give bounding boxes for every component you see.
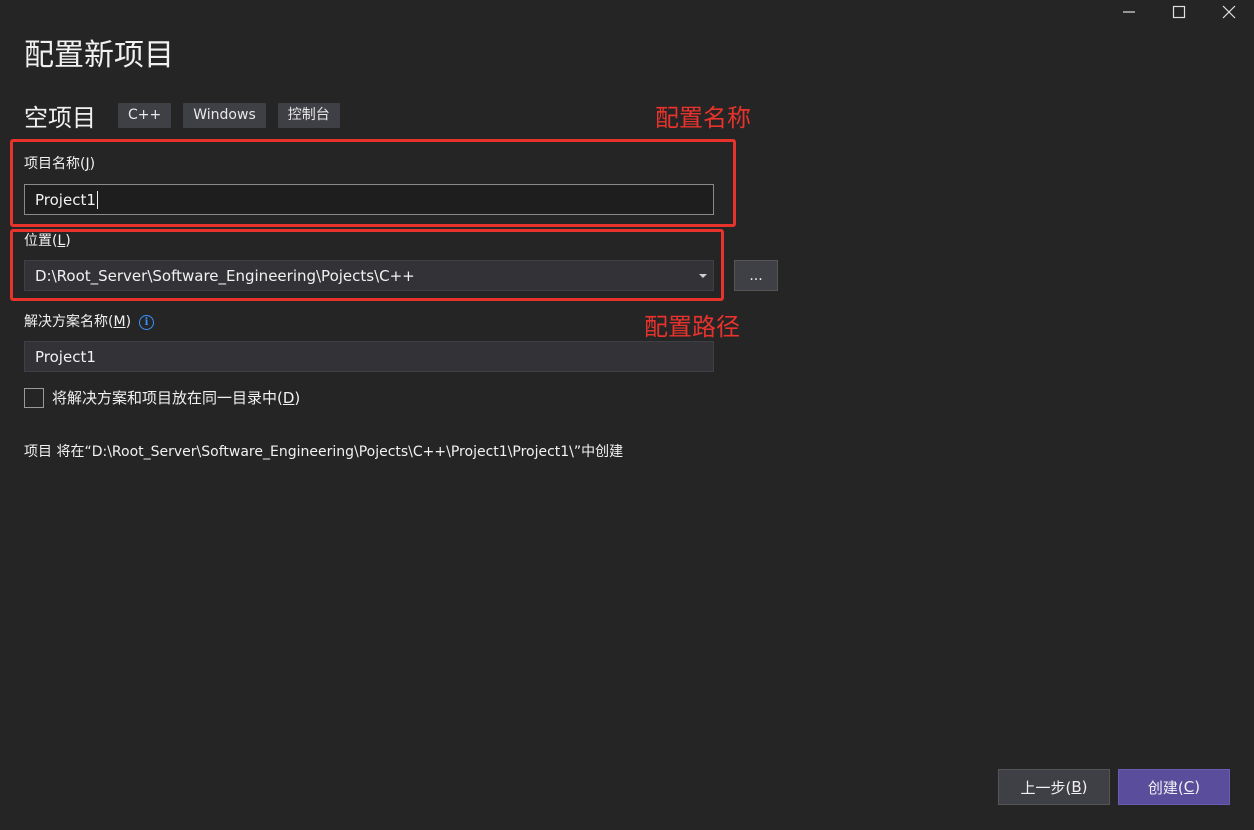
- creation-path-summary: 项目 将在“D:\Root_Server\Software_Engineerin…: [24, 444, 624, 460]
- close-icon: [1222, 5, 1236, 19]
- close-button[interactable]: [1204, 0, 1254, 24]
- create-button[interactable]: 创建(C): [1118, 769, 1230, 805]
- same-directory-checkbox[interactable]: [24, 387, 44, 408]
- tag-windows: Windows: [183, 103, 266, 128]
- back-button[interactable]: 上一步(B): [998, 769, 1110, 805]
- same-directory-label[interactable]: 将解决方案和项目放在同一目录中(D): [52, 387, 300, 408]
- solution-name-label: 解决方案名称(M) i: [24, 311, 155, 331]
- annotation-box-path: [10, 229, 724, 301]
- template-name: 空项目: [24, 104, 96, 132]
- solution-name-input[interactable]: Project1: [24, 341, 714, 372]
- solution-name-value: Project1: [35, 347, 96, 366]
- tag-console: 控制台: [277, 103, 340, 128]
- minimize-button[interactable]: [1104, 0, 1154, 24]
- annotation-box-name: [10, 139, 736, 227]
- minimize-icon: [1123, 11, 1135, 13]
- page-title: 配置新项目: [24, 38, 174, 73]
- info-icon[interactable]: i: [139, 314, 155, 330]
- annotation-name-note: 配置名称: [655, 104, 751, 132]
- tag-cpp: C++: [118, 103, 172, 128]
- window-controls: [1104, 0, 1254, 24]
- maximize-button[interactable]: [1154, 0, 1204, 24]
- browse-button[interactable]: ...: [734, 260, 778, 291]
- maximize-icon: [1172, 5, 1186, 19]
- annotation-path-note: 配置路径: [644, 313, 740, 341]
- template-row: 空项目 C++ Windows 控制台: [24, 98, 352, 133]
- same-directory-option: 将解决方案和项目放在同一目录中(D): [24, 387, 300, 408]
